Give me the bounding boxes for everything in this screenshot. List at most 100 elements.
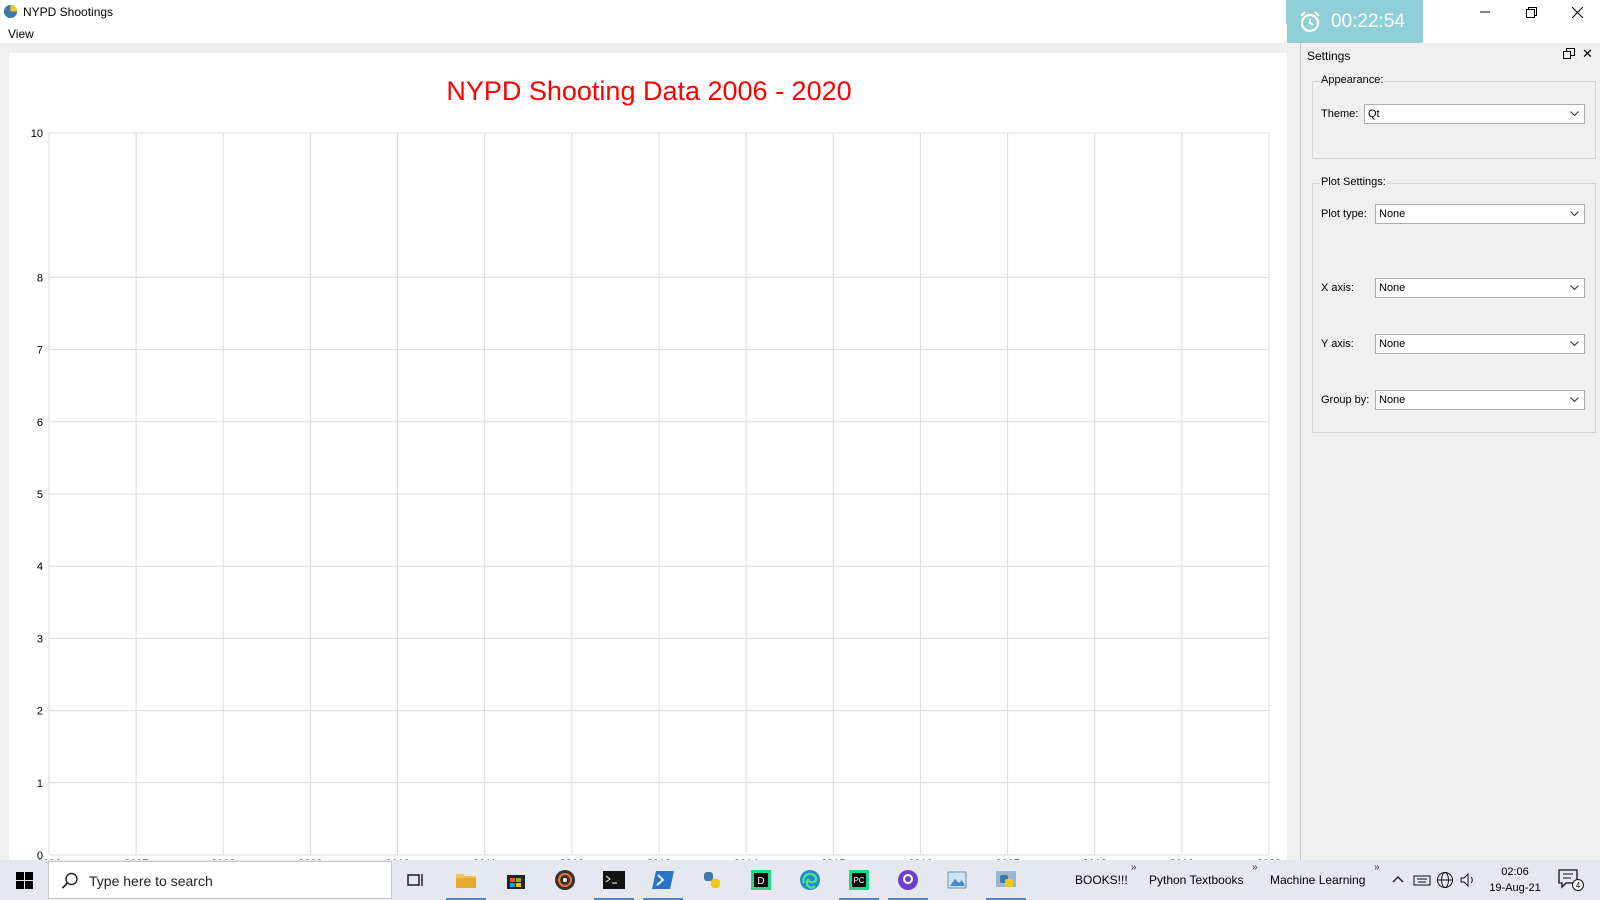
chevron-down-icon	[1569, 397, 1579, 403]
start-button[interactable]	[0, 860, 48, 900]
globe-icon[interactable]	[1436, 871, 1454, 889]
y-tick-label: 10	[31, 128, 43, 140]
pycharm-icon: PC	[849, 870, 869, 890]
taskbar-app-nypd-shootings[interactable]	[984, 860, 1028, 900]
theme-value: Qt	[1368, 108, 1380, 120]
plot-type-label: Plot type:	[1321, 208, 1367, 220]
toolbar-books[interactable]: BOOKS!!!	[1075, 873, 1128, 887]
toolbar-chevron-icon[interactable]: »	[1252, 862, 1258, 873]
timer-widget[interactable]: 00:22:54	[1286, 0, 1423, 44]
toolbar-machine-learning[interactable]: Machine Learning	[1270, 873, 1365, 887]
taskbar-app-dataspell[interactable]: D	[739, 860, 783, 900]
keyboard-icon[interactable]	[1413, 871, 1431, 889]
close-window-button[interactable]	[1554, 0, 1600, 24]
speaker-icon[interactable]	[1459, 871, 1477, 889]
group-by-select[interactable]: None	[1375, 390, 1585, 410]
y-axis-label: Y axis:	[1321, 338, 1354, 350]
menu-bar: View	[0, 24, 1287, 43]
taskbar-app-python[interactable]	[690, 860, 734, 900]
minimize-icon	[1480, 11, 1490, 13]
chart-title: NYPD Shooting Data 2006 - 2020	[446, 76, 851, 106]
search-placeholder: Type here to search	[89, 873, 213, 889]
chevron-down-icon	[1569, 211, 1579, 217]
plot-settings-group-title: Plot Settings:	[1320, 176, 1387, 188]
menu-view[interactable]: View	[8, 27, 34, 41]
python-app-icon	[3, 4, 18, 19]
search-icon	[61, 872, 78, 889]
close-icon	[1571, 6, 1583, 18]
chevron-up-icon[interactable]	[1392, 874, 1404, 884]
timer-value: 00:22:54	[1331, 11, 1405, 32]
chevron-down-icon	[1569, 341, 1579, 347]
taskbar: Type here to search D PC » BOOKS!!! Pyth…	[0, 860, 1600, 900]
taskbar-app-powershell[interactable]	[641, 860, 685, 900]
task-view-icon	[407, 874, 423, 886]
x-axis-value: None	[1379, 282, 1406, 294]
settings-dock: Settings ✕ Appearance: Theme: Qt Plot Se…	[1300, 43, 1600, 860]
svg-text:D: D	[757, 876, 764, 887]
github-icon	[898, 870, 918, 890]
python-app-icon	[996, 871, 1016, 887]
plot-settings-group: Plot Settings: Plot type: None X axis: N…	[1312, 176, 1596, 433]
clock-date: 19-Aug-21	[1489, 882, 1541, 894]
x-axis-select[interactable]: None	[1375, 278, 1585, 298]
taskbar-app-edge[interactable]	[788, 860, 832, 900]
title-bar: NYPD Shootings 00:22:54	[0, 0, 1600, 44]
python-icon	[704, 872, 720, 888]
dataspell-icon: D	[751, 870, 771, 890]
toolbar-chevron-icon[interactable]: »	[1131, 862, 1137, 873]
notification-count: 4	[1576, 881, 1581, 890]
minimize-button[interactable]	[1462, 0, 1508, 24]
float-icon[interactable]	[1563, 48, 1575, 60]
taskbar-app-file-explorer[interactable]	[444, 860, 488, 900]
plot-type-select[interactable]: None	[1375, 204, 1585, 224]
task-view-button[interactable]	[394, 860, 438, 900]
chevron-down-icon	[1569, 111, 1579, 117]
taskbar-app-store[interactable]	[494, 860, 538, 900]
taskbar-app-media[interactable]	[543, 860, 587, 900]
terminal-icon	[603, 871, 625, 889]
y-tick-label: 1	[37, 778, 43, 790]
restore-button[interactable]	[1508, 0, 1554, 24]
y-tick-label: 7	[37, 345, 43, 357]
y-tick-label: 5	[37, 489, 43, 501]
powershell-icon	[652, 871, 674, 889]
y-tick-label: 8	[37, 272, 43, 284]
toolbar-chevron-icon[interactable]: »	[1374, 862, 1380, 873]
x-axis-label: X axis:	[1321, 282, 1355, 294]
svg-text:PC: PC	[853, 876, 864, 885]
taskbar-clock[interactable]: 02:06 19-Aug-21	[1482, 864, 1548, 896]
windows-logo-icon	[15, 871, 33, 889]
taskbar-app-github-desktop[interactable]	[886, 860, 930, 900]
taskbar-app-pycharm[interactable]: PC	[837, 860, 881, 900]
plot-widget[interactable]: NYPD Shooting Data 2006 - 2020 10 8 7 6 5 4 3 2…	[9, 53, 1287, 860]
taskbar-app-terminal[interactable]	[592, 860, 636, 900]
alarm-clock-icon	[1300, 11, 1320, 33]
store-icon	[507, 875, 525, 889]
toolbar-python-textbooks[interactable]: Python Textbooks	[1149, 873, 1244, 887]
group-by-value: None	[1379, 394, 1406, 406]
y-axis-select[interactable]: None	[1375, 334, 1585, 354]
y-axis-value: None	[1379, 338, 1406, 350]
taskbar-app-image-viewer[interactable]	[935, 860, 979, 900]
dock-close-icon[interactable]: ✕	[1582, 46, 1593, 62]
taskbar-search-box[interactable]: Type here to search	[48, 861, 392, 899]
chart-canvas: NYPD Shooting Data 2006 - 2020 10 8 7 6 5 4 3 2…	[31, 76, 1281, 860]
y-tick-label: 4	[37, 561, 43, 573]
clock-time: 02:06	[1501, 866, 1529, 878]
y-tick-label: 2	[37, 706, 43, 718]
image-viewer-icon	[947, 871, 967, 889]
restore-icon	[1525, 6, 1537, 18]
notification-icon: 4	[1558, 869, 1584, 891]
media-disc-icon	[555, 870, 575, 890]
folder-icon	[456, 874, 476, 888]
window-title: NYPD Shootings	[23, 5, 114, 19]
y-tick-label: 3	[37, 633, 43, 645]
theme-label: Theme:	[1321, 108, 1359, 120]
group-by-label: Group by:	[1321, 394, 1370, 406]
theme-select[interactable]: Qt	[1364, 104, 1585, 124]
appearance-group: Appearance: Theme: Qt	[1312, 74, 1596, 159]
appearance-group-title: Appearance:	[1320, 74, 1385, 86]
notification-center-button[interactable]: 4	[1558, 869, 1584, 894]
plot-type-value: None	[1379, 208, 1406, 220]
